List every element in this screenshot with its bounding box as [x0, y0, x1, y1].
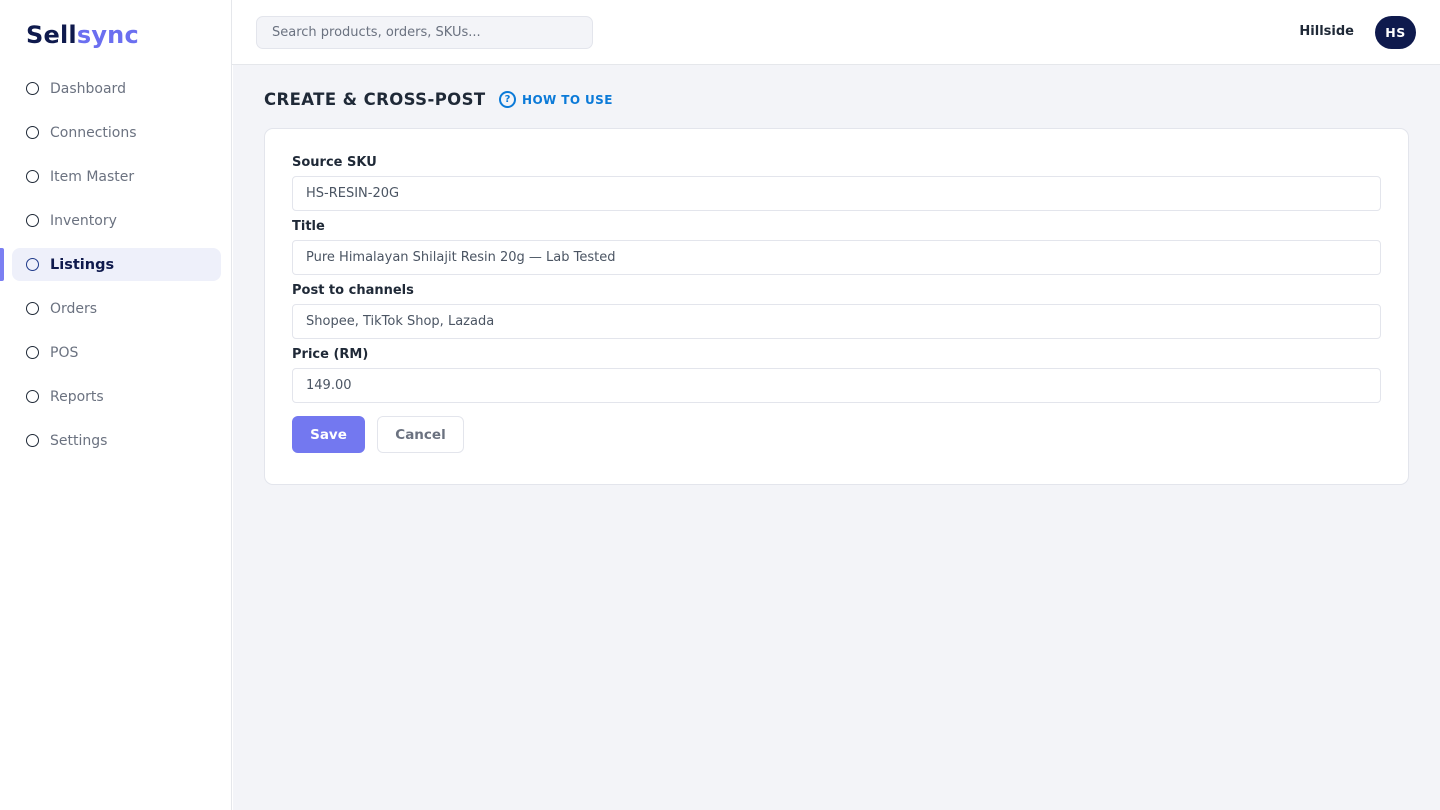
sidebar-item-inventory[interactable]: Inventory	[12, 204, 221, 237]
circle-icon	[26, 258, 39, 271]
page-title: CREATE & CROSS-POST	[264, 90, 486, 109]
sidebar-item-label: Connections	[50, 124, 137, 141]
sidebar-item-label: Item Master	[50, 168, 135, 185]
avatar[interactable]: HS	[1375, 16, 1416, 49]
how-to-use-link[interactable]: ? HOW TO USE	[499, 91, 613, 108]
sidebar-item-label: Settings	[50, 432, 108, 449]
price-label: Price (RM)	[292, 347, 369, 362]
circle-icon	[26, 126, 39, 139]
sidebar-item-dashboard[interactable]: Dashboard	[12, 72, 221, 105]
sidebar-item-item-master[interactable]: Item Master	[12, 160, 221, 193]
question-circle-icon: ?	[499, 91, 516, 108]
circle-icon	[26, 434, 39, 447]
org-name[interactable]: Hillside	[1299, 24, 1354, 39]
circle-icon	[26, 82, 39, 95]
sidebar-nav: Dashboard Connections Item Master Invent…	[0, 72, 232, 468]
title-label: Title	[292, 219, 325, 234]
sidebar-item-pos[interactable]: POS	[12, 336, 221, 369]
post-to-channels-label: Post to channels	[292, 283, 414, 298]
search-input[interactable]	[256, 16, 593, 49]
circle-icon	[26, 390, 39, 403]
post-to-channels-input[interactable]	[292, 304, 1381, 339]
sidebar-item-listings[interactable]: Listings	[0, 248, 221, 281]
circle-icon	[26, 170, 39, 183]
how-to-use-label: HOW TO USE	[522, 92, 613, 107]
circle-icon	[26, 302, 39, 315]
sidebar-item-settings[interactable]: Settings	[12, 424, 221, 457]
source-sku-input[interactable]	[292, 176, 1381, 211]
top-bar: Hillside HS	[232, 0, 1440, 65]
price-input[interactable]	[292, 368, 1381, 403]
sidebar-item-reports[interactable]: Reports	[12, 380, 221, 413]
sidebar-item-label: Reports	[50, 388, 104, 405]
logo-text-sell: Sell	[26, 21, 77, 49]
circle-icon	[26, 214, 39, 227]
cancel-button[interactable]: Cancel	[377, 416, 464, 453]
source-sku-label: Source SKU	[292, 155, 377, 170]
sidebar-item-label: Listings	[50, 256, 115, 273]
title-input[interactable]	[292, 240, 1381, 275]
sidebar-item-label: Orders	[50, 300, 98, 317]
save-button[interactable]: Save	[292, 416, 365, 453]
sidebar-item-connections[interactable]: Connections	[12, 116, 221, 149]
app-logo[interactable]: Sellsync	[26, 21, 139, 49]
main-content: CREATE & CROSS-POST ? HOW TO USE Source …	[233, 65, 1440, 810]
cross-post-form: Source SKU Title Post to channels Price …	[264, 128, 1409, 485]
circle-icon	[26, 346, 39, 359]
logo-text-sync: sync	[76, 21, 139, 49]
sidebar: Sellsync Dashboard Connections Item Mast…	[0, 0, 232, 810]
sidebar-item-label: Dashboard	[50, 80, 126, 97]
sidebar-item-label: Inventory	[50, 212, 117, 229]
sidebar-item-label: POS	[50, 344, 79, 361]
sidebar-item-orders[interactable]: Orders	[12, 292, 221, 325]
